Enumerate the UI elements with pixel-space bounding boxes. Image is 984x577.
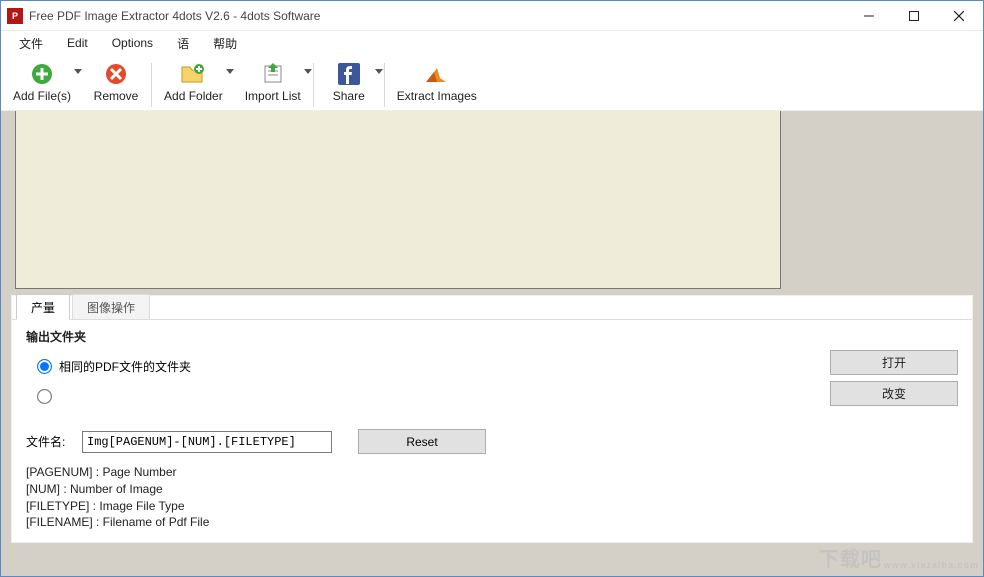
settings-panel: 产量 图像操作 输出文件夹 相同的PDF文件的文件夹 打开 改变 文件名: Re… [11, 295, 973, 543]
reset-button[interactable]: Reset [358, 429, 486, 454]
share-label: Share [333, 89, 365, 103]
menu-options[interactable]: Options [100, 33, 165, 53]
close-button[interactable] [936, 1, 981, 30]
legend-pagenum: [PAGENUM] : Page Number [26, 464, 958, 481]
toolbar-separator [151, 63, 152, 107]
extract-images-button[interactable]: Extract Images [391, 59, 483, 103]
toolbar-separator [384, 63, 385, 107]
menu-bar: 文件 Edit Options 语 帮助 [1, 31, 983, 55]
tabs: 产量 图像操作 [12, 296, 972, 320]
remove-icon [104, 62, 128, 86]
remove-label: Remove [94, 89, 139, 103]
facebook-icon [337, 62, 361, 86]
add-files-button[interactable]: Add File(s) [7, 59, 77, 103]
watermark: 下载吧 www.xiazaiba.com [819, 543, 979, 572]
radio-custom-folder[interactable] [37, 389, 52, 404]
file-list-pane[interactable] [15, 111, 781, 289]
legend-filetype: [FILETYPE] : Image File Type [26, 498, 958, 515]
folder-add-icon [180, 62, 206, 86]
toolbar-separator [313, 63, 314, 107]
maximize-button[interactable] [891, 1, 936, 30]
import-list-label: Import List [245, 89, 301, 103]
close-icon [954, 11, 964, 21]
import-list-dropdown[interactable] [303, 67, 313, 75]
extract-label: Extract Images [397, 89, 477, 103]
filename-label: 文件名: [26, 433, 82, 450]
change-button[interactable]: 改变 [830, 381, 958, 406]
minimize-icon [864, 11, 874, 21]
tab-output[interactable]: 产量 [16, 294, 70, 320]
radio-same-folder[interactable] [37, 359, 52, 374]
add-icon [30, 62, 54, 86]
toolbar: Add File(s) Remove Add Folder Import Lis… [1, 55, 983, 111]
maximize-icon [909, 11, 919, 21]
window-title: Free PDF Image Extractor 4dots V2.6 - 4d… [29, 9, 846, 23]
menu-file[interactable]: 文件 [7, 32, 55, 55]
window-controls [846, 1, 981, 30]
filename-input[interactable] [82, 431, 332, 453]
tab-output-content: 输出文件夹 相同的PDF文件的文件夹 打开 改变 文件名: Reset [PAG… [12, 320, 972, 539]
add-folder-dropdown[interactable] [225, 67, 235, 75]
add-files-dropdown[interactable] [73, 67, 83, 75]
import-icon [261, 62, 285, 86]
open-button[interactable]: 打开 [830, 350, 958, 375]
remove-button[interactable]: Remove [87, 59, 145, 103]
watermark-text: 下载吧 [819, 543, 882, 572]
menu-language[interactable]: 语 [165, 32, 201, 55]
extract-icon [424, 62, 450, 86]
placeholder-legend: [PAGENUM] : Page Number [NUM] : Number o… [26, 464, 958, 531]
output-folder-group-label: 输出文件夹 [26, 328, 958, 345]
tab-image-ops[interactable]: 图像操作 [72, 294, 150, 320]
legend-filename: [FILENAME] : Filename of Pdf File [26, 514, 958, 531]
watermark-url: www.xiazaiba.com [884, 560, 979, 570]
add-files-label: Add File(s) [13, 89, 71, 103]
share-button[interactable]: Share [320, 59, 378, 103]
content-area: 产量 图像操作 输出文件夹 相同的PDF文件的文件夹 打开 改变 文件名: Re… [1, 111, 983, 576]
legend-num: [NUM] : Number of Image [26, 481, 958, 498]
menu-edit[interactable]: Edit [55, 33, 100, 53]
add-folder-label: Add Folder [164, 89, 223, 103]
import-list-button[interactable]: Import List [239, 59, 307, 103]
add-folder-button[interactable]: Add Folder [158, 59, 229, 103]
radio-same-folder-label: 相同的PDF文件的文件夹 [59, 358, 191, 375]
share-dropdown[interactable] [374, 67, 384, 75]
title-bar: P Free PDF Image Extractor 4dots V2.6 - … [1, 1, 983, 31]
app-icon: P [7, 8, 23, 24]
menu-help[interactable]: 帮助 [201, 32, 249, 55]
minimize-button[interactable] [846, 1, 891, 30]
